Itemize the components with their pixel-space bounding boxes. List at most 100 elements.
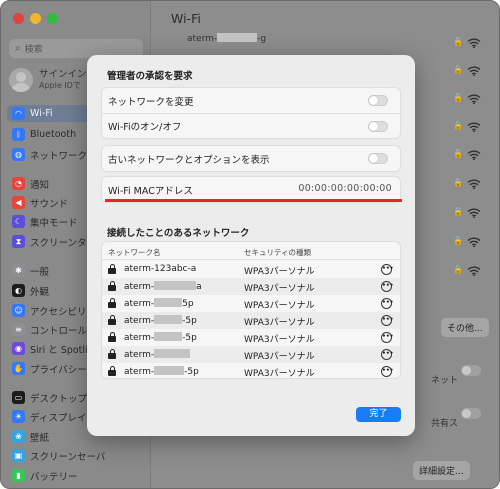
lock-icon: 🔒	[453, 178, 463, 187]
account-title: サインイン	[39, 69, 87, 80]
redacted-text	[154, 298, 183, 307]
wifi-signal-icon	[467, 237, 481, 248]
security-type: WPA3パーソナル	[244, 301, 315, 311]
lock-icon	[108, 298, 116, 308]
change-network-toggle[interactable]	[368, 95, 388, 106]
wifi-signal-icon	[467, 38, 481, 49]
sidebar-item-label: サウンド	[30, 198, 69, 210]
setting-legacy-networks: 古いネットワークとオプションを表示	[102, 146, 400, 171]
more-options-icon[interactable]: •••	[381, 366, 394, 377]
zoom-window-button[interactable]	[47, 13, 58, 24]
siri-icon: ◉	[12, 342, 25, 355]
sidebar-item-label: 集中モード	[30, 217, 78, 229]
lock-icon: 🔒	[453, 149, 463, 158]
wifi-signal-icon	[467, 266, 481, 277]
background-toggle-2[interactable]	[461, 408, 481, 419]
wifi-signal-icon	[467, 122, 481, 133]
speaker-icon: ◀	[12, 196, 25, 209]
redacted-text	[154, 315, 183, 324]
known-networks-title: 接続したことのあるネットワーク	[107, 228, 250, 239]
sidebar-item-screensaver[interactable]: ▣ スクリーンセーバ	[7, 447, 147, 464]
redacted-text	[154, 349, 191, 358]
more-options-icon[interactable]: •••	[381, 349, 394, 360]
page-title: Wi-Fi	[171, 11, 201, 26]
security-type: WPA3パーソナル	[244, 335, 315, 345]
lock-icon	[108, 281, 116, 291]
more-options-icon[interactable]: •••	[381, 332, 394, 343]
minimize-window-button[interactable]	[30, 13, 41, 24]
wifi-icon: ◠	[12, 107, 25, 120]
gear-icon: ✱	[12, 264, 25, 277]
table-row[interactable]: aterm-123abc-a WPA3パーソナル •••	[102, 261, 400, 278]
account-subtitle: Apple IDで	[39, 81, 81, 90]
hand-icon: ✋	[12, 362, 25, 375]
security-type: WPA3パーソナル	[244, 284, 315, 294]
moon-icon: ☾	[12, 215, 25, 228]
table-row[interactable]: aterm-a WPA3パーソナル •••	[102, 278, 400, 295]
network-name: aterm-a	[124, 281, 202, 292]
control-center-icon: ≡	[12, 323, 25, 336]
close-window-button[interactable]	[13, 13, 24, 24]
more-options-icon[interactable]: •••	[381, 315, 394, 326]
done-button[interactable]: 完了	[356, 407, 401, 422]
background-toggle-1[interactable]	[461, 365, 481, 376]
security-type: WPA3パーソナル	[244, 318, 315, 328]
sidebar-item-battery[interactable]: ▮ バッテリー	[7, 467, 147, 484]
more-options-icon[interactable]: •••	[381, 264, 394, 275]
advanced-settings-button[interactable]: 詳細設定...	[413, 461, 470, 480]
more-options-icon[interactable]: •••	[381, 298, 394, 309]
sidebar-item-label: バッテリー	[30, 471, 78, 483]
table-row[interactable]: aterm- -5p WPA3パーソナル •••	[102, 329, 400, 346]
wallpaper-icon: ❀	[12, 430, 25, 443]
accessibility-icon: ☺	[12, 304, 25, 317]
table-row[interactable]: aterm- -5p WPA3パーソナル •••	[102, 312, 400, 329]
security-type: WPA3パーソナル	[244, 352, 315, 362]
search-icon: ⌕	[15, 43, 21, 54]
network-name: aterm- 5p	[124, 298, 194, 309]
network-name: aterm- -5p	[124, 366, 199, 377]
sidebar-item-label: 外観	[30, 286, 50, 298]
wifi-signal-icon	[467, 179, 481, 190]
wifi-signal-icon	[467, 94, 481, 105]
table-row[interactable]: aterm- -5p WPA3パーソナル •••	[102, 363, 400, 379]
column-header-security[interactable]: セキュリティの種類	[244, 247, 311, 258]
lock-icon	[108, 349, 116, 359]
sidebar-item-label: Wi-Fi	[30, 108, 53, 119]
screensaver-icon: ▣	[12, 449, 25, 462]
wifi-signal-icon	[467, 150, 481, 161]
redacted-text	[154, 366, 185, 375]
network-name: aterm-	[124, 349, 191, 360]
desktop-icon: ▭	[12, 391, 25, 404]
lock-icon: 🔒	[453, 121, 463, 130]
column-header-name[interactable]: ネットワーク名	[108, 247, 161, 258]
lock-icon	[108, 315, 116, 325]
legacy-networks-toggle[interactable]	[368, 153, 388, 164]
mac-address-value: 00:00:00:00:00:00	[298, 183, 392, 194]
security-type: WPA3パーソナル	[244, 369, 315, 379]
table-header: ネットワーク名 セキュリティの種類	[102, 242, 400, 260]
sidebar-item-label: Bluetooth	[30, 129, 77, 140]
setting-label: ネットワークを変更	[108, 96, 194, 108]
wifi-on-off-toggle[interactable]	[368, 121, 388, 132]
security-type: WPA3パーソナル	[244, 267, 315, 277]
setting-label: 古いネットワークとオプションを表示	[108, 154, 270, 166]
lock-icon	[108, 332, 116, 342]
setting-change-network: ネットワークを変更	[102, 88, 400, 113]
network-name: aterm- -5p	[124, 315, 197, 326]
battery-icon: ▮	[12, 469, 25, 482]
table-row[interactable]: aterm- 5p WPA3パーソナル •••	[102, 295, 400, 312]
table-row[interactable]: aterm- WPA3パーソナル •••	[102, 346, 400, 363]
avatar	[9, 68, 33, 92]
bell-icon: ◔	[12, 177, 25, 190]
legacy-networks-group: 古いネットワークとオプションを表示	[101, 145, 401, 172]
network-name: aterm-123abc-a	[124, 264, 197, 274]
sidebar-item-label: 壁紙	[30, 432, 50, 444]
bluetooth-icon: ᛒ	[12, 128, 25, 141]
other-networks-button[interactable]: その他...	[441, 318, 489, 337]
more-options-icon[interactable]: •••	[381, 281, 394, 292]
appearance-icon: ◐	[12, 284, 25, 297]
lock-icon: 🔒	[453, 207, 463, 216]
hourglass-icon: ⧗	[12, 235, 25, 248]
network-name: aterm- -5p	[124, 332, 197, 343]
mac-address-label: Wi-Fi MACアドレス	[108, 185, 193, 197]
